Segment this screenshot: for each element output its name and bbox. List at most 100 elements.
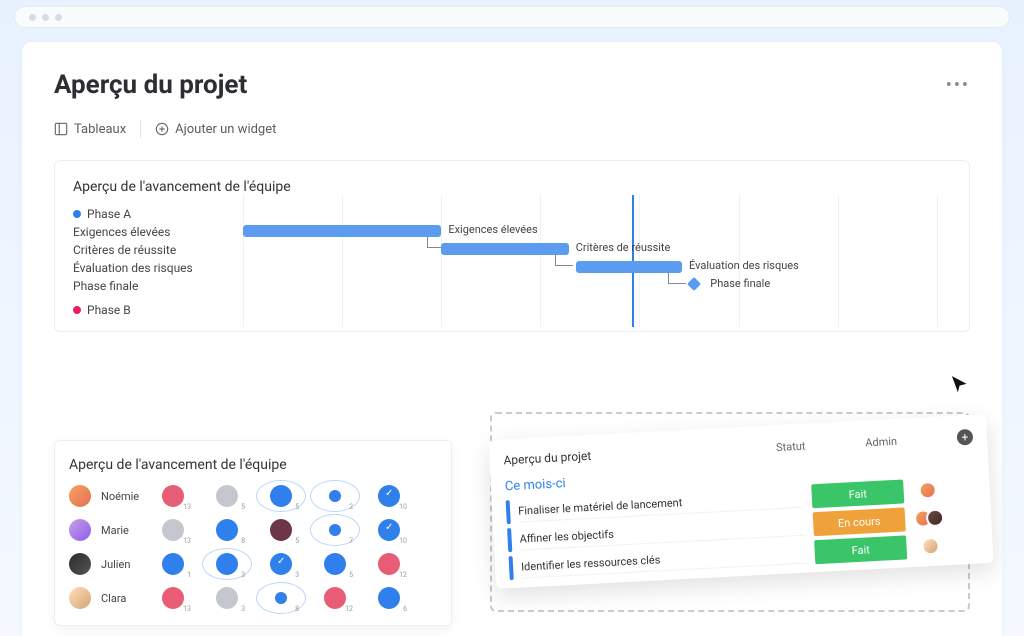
gantt-title: Aperçu de l'avancement de l'équipe [73, 179, 951, 195]
member-name: Clara [101, 592, 141, 605]
progress-cell[interactable]: 10 [367, 483, 411, 509]
plus-circle-icon [155, 122, 169, 136]
cell-number: 13 [183, 537, 191, 545]
progress-cell[interactable]: 5 [313, 551, 357, 577]
gantt-bar-label: Évaluation des risques [689, 259, 799, 272]
gantt-card: Aperçu de l'avancement de l'équipe Phase… [54, 160, 970, 332]
progress-cell[interactable]: 5 [259, 483, 303, 509]
status-bubble-icon [216, 553, 238, 575]
status-bubble-icon [378, 485, 400, 507]
project-status-card[interactable]: Aperçu du projet Statut Admin + Ce mois-… [488, 414, 993, 589]
progress-cell[interactable]: 6 [367, 585, 411, 611]
gantt-row-labels: Phase A Exigences élevées Critères de ré… [73, 205, 233, 327]
status-badge[interactable]: Fait [814, 535, 907, 564]
phase-a-header: Phase A [73, 205, 233, 223]
window-dot [29, 14, 36, 21]
task-indicator [506, 500, 511, 524]
page-title: Aperçu du projet [54, 70, 247, 100]
phase-b-header: Phase B [73, 301, 233, 319]
avatar [926, 508, 945, 527]
progress-cell[interactable]: 8 [259, 585, 303, 611]
team-row: Marie 13 8 5 7 10 [69, 517, 437, 543]
avatar[interactable] [69, 519, 91, 541]
cell-number: 12 [399, 571, 407, 579]
avatar [921, 537, 940, 556]
cursor-icon [948, 372, 972, 396]
task-indicator [507, 528, 512, 552]
browser-chrome [14, 6, 1010, 28]
gantt-bar[interactable] [576, 261, 682, 273]
status-bubble-icon [216, 587, 238, 609]
status-bubble-icon [378, 519, 400, 541]
progress-cell[interactable]: 1 [151, 551, 195, 577]
progress-cell[interactable]: 13 [151, 483, 195, 509]
status-badge[interactable]: En cours [813, 507, 906, 536]
toolbar-divider [140, 120, 141, 138]
cell-number: 13 [183, 503, 191, 511]
progress-cell[interactable]: 3 [205, 551, 249, 577]
admin-cell[interactable] [906, 536, 961, 557]
status-bubble-icon [162, 519, 184, 541]
progress-cell[interactable]: 12 [367, 551, 411, 577]
add-widget-button[interactable]: Ajouter un widget [155, 122, 276, 137]
gantt-chart-area[interactable]: Exigences élevées Critères de réussite É… [243, 205, 951, 327]
progress-cell[interactable]: 5 [259, 517, 303, 543]
page-header: Aperçu du projet ••• [54, 70, 970, 100]
status-bubble-icon [216, 485, 238, 507]
more-menu-icon[interactable]: ••• [946, 75, 970, 96]
progress-cell[interactable]: 13 [151, 517, 195, 543]
progress-cell[interactable]: 2 [313, 483, 357, 509]
admin-cell[interactable] [903, 480, 958, 501]
progress-cell[interactable]: 12 [313, 585, 357, 611]
cell-number: 3 [295, 571, 299, 579]
avatar [918, 481, 937, 500]
column-status-header: Statut [776, 439, 806, 454]
gantt-bar-label: Critères de réussite [576, 241, 671, 254]
cell-number: 8 [295, 605, 299, 613]
gantt-bar[interactable] [441, 243, 568, 255]
progress-cell[interactable]: 3 [259, 551, 303, 577]
status-bubble-icon [378, 553, 400, 575]
progress-cell[interactable]: 5 [205, 483, 249, 509]
status-badge[interactable]: Fait [811, 479, 904, 508]
progress-cell[interactable]: 7 [313, 517, 357, 543]
cell-number: 5 [295, 503, 299, 511]
avatar[interactable] [69, 485, 91, 507]
status-bubble-icon [324, 553, 346, 575]
progress-cell[interactable]: 8 [205, 517, 249, 543]
gantt-bar[interactable] [243, 225, 441, 237]
progress-cell[interactable]: 3 [205, 585, 249, 611]
cell-number: 8 [241, 537, 245, 545]
cell-number: 5 [295, 537, 299, 545]
add-widget-label: Ajouter un widget [175, 122, 276, 137]
gantt-bar-label: Exigences élevées [448, 223, 537, 236]
gantt-row-label: Exigences élevées [73, 223, 233, 241]
cell-number: 3 [241, 605, 245, 613]
status-bubble-icon [216, 519, 238, 541]
team-progress-card: Aperçu de l'avancement de l'équipe Noémi… [54, 440, 452, 626]
status-bubble-icon [162, 485, 184, 507]
cell-number: 5 [241, 503, 245, 511]
cell-number: 10 [399, 537, 407, 545]
member-name: Noémie [101, 490, 141, 503]
status-bubble-icon [270, 553, 292, 575]
status-bubble-icon [270, 485, 292, 507]
cell-number: 3 [241, 571, 245, 579]
team-row: Clara 13 3 8 12 6 [69, 585, 437, 611]
member-name: Marie [101, 524, 141, 537]
status-bubble-icon [162, 553, 184, 575]
cell-number: 13 [183, 605, 191, 613]
cell-number: 2 [349, 503, 353, 511]
boards-button[interactable]: Tableaux [54, 122, 126, 137]
task-indicator [509, 556, 514, 580]
team-row: Julien133512 [69, 551, 437, 577]
avatar[interactable] [69, 553, 91, 575]
progress-cell[interactable]: 10 [367, 517, 411, 543]
progress-cell[interactable]: 13 [151, 585, 195, 611]
boards-icon [54, 122, 68, 136]
avatar[interactable] [69, 587, 91, 609]
status-bubble-icon [324, 587, 346, 609]
admin-cell[interactable] [905, 508, 960, 529]
add-column-button[interactable]: + [957, 429, 974, 446]
cell-number: 6 [403, 605, 407, 613]
